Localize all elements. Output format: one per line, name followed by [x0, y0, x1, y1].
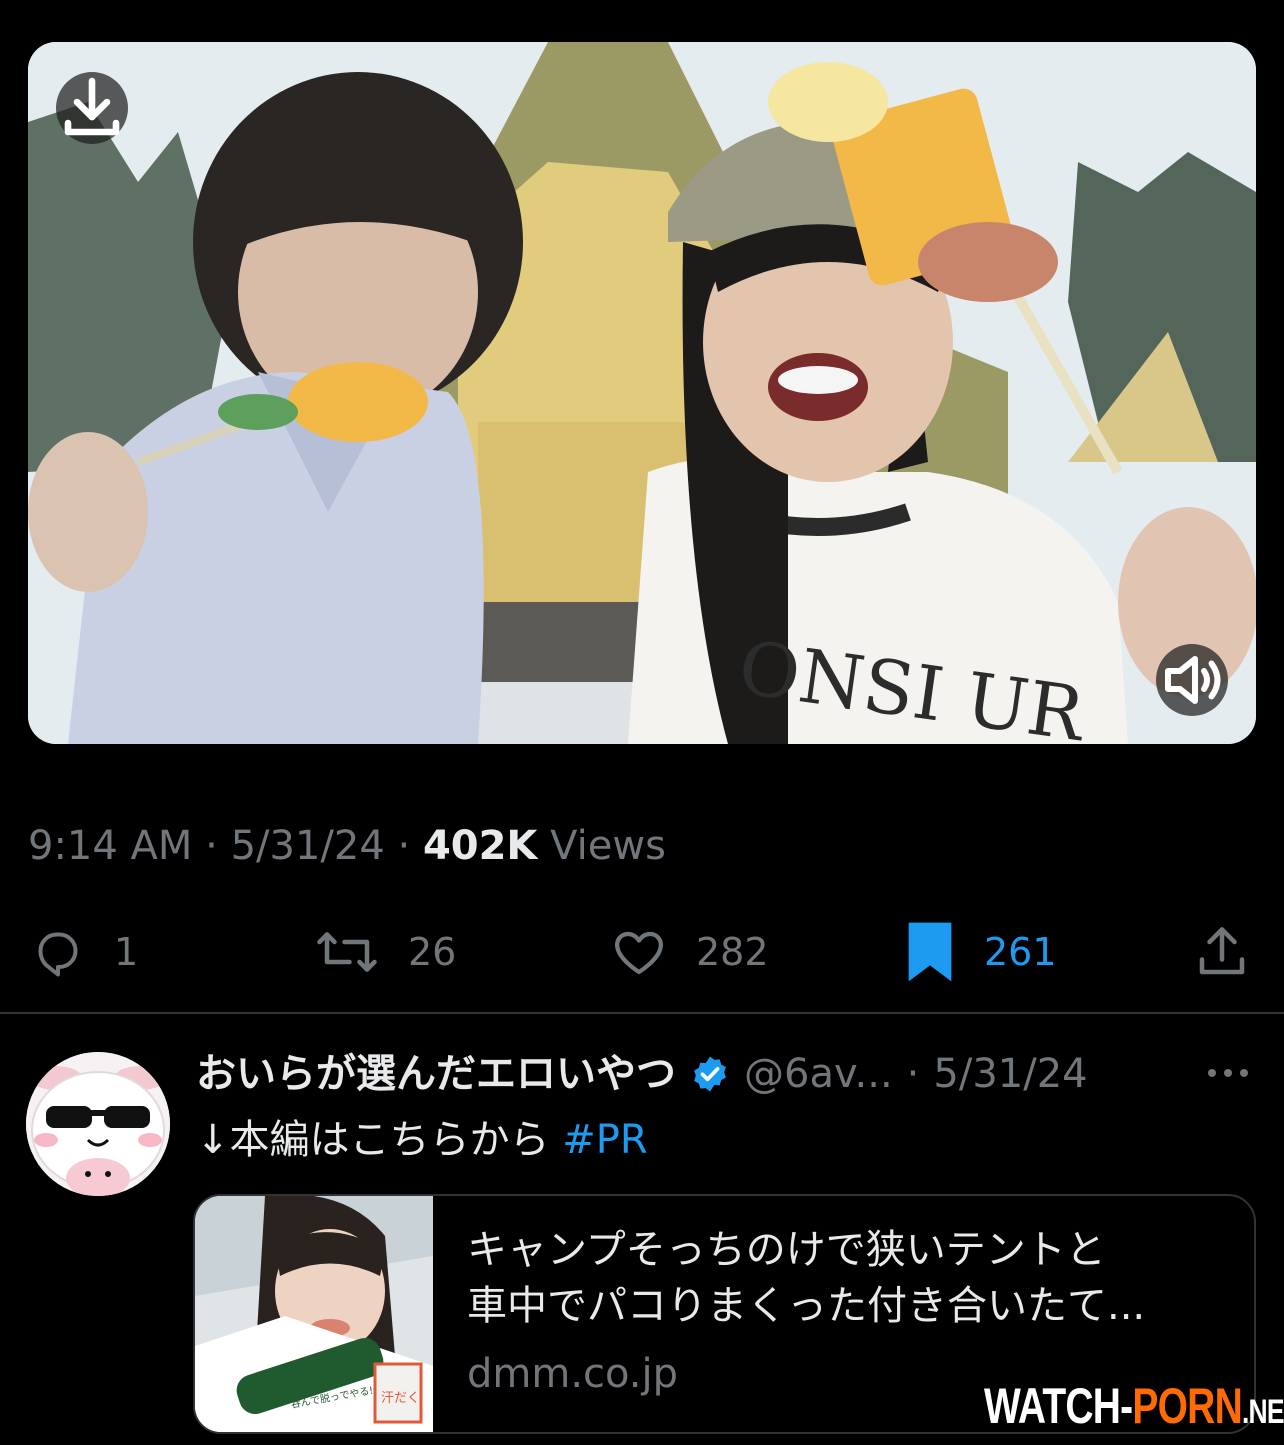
meta-separator: · — [397, 823, 411, 869]
watermark-part: WATCH- — [984, 1378, 1133, 1434]
download-icon — [64, 77, 120, 136]
card-domain: dmm.co.jp — [467, 1351, 679, 1397]
tweet-header: おいらが選んだエロいやつ @6av... · 5/31/24 — [196, 1046, 1088, 1102]
bookmark-count: 261 — [984, 930, 1057, 974]
thumbnail-badge-text: 汗だく — [381, 1391, 420, 1406]
avatar-cat-illustration — [26, 1052, 170, 1196]
tweet-body: ↓本編はこちらから — [196, 1117, 563, 1163]
sound-toggle-button[interactable] — [1156, 644, 1228, 716]
avatar[interactable] — [26, 1052, 170, 1196]
card-title-line: 車中でパコりまくった付き合いたて... — [467, 1283, 1146, 1329]
download-button[interactable] — [56, 72, 128, 144]
card-title: キャンプそっちのけで狭いテントと 車中でパコりまくった付き合いたて... — [467, 1222, 1227, 1334]
header-separator: · — [906, 1051, 920, 1097]
tweet-date[interactable]: 5/31/24 — [933, 1046, 1087, 1102]
bookmark-button[interactable]: 261 — [902, 914, 1057, 990]
meta-separator: · — [205, 823, 218, 869]
card-title-line: キャンプそっちのけで狭いテントと — [467, 1227, 1106, 1273]
speaker-icon — [1165, 656, 1221, 704]
reply-count: 1 — [114, 930, 139, 974]
site-watermark: WATCH-PORN.NET — [984, 1374, 1284, 1438]
section-divider — [0, 1012, 1284, 1014]
views-count[interactable]: 402K — [423, 823, 538, 869]
like-button[interactable]: 282 — [608, 914, 769, 990]
heart-icon — [615, 931, 663, 975]
like-count: 282 — [696, 930, 769, 974]
card-thumbnail-image: 汗だく 呑んで脱っでやる! — [195, 1196, 433, 1432]
hashtag-link[interactable]: #PR — [562, 1117, 647, 1163]
tweet-date: 5/31/24 — [230, 823, 385, 869]
video-frame: ONSI UR — [28, 42, 1256, 744]
tweet-action-bar: 1 26 282 261 — [0, 914, 1284, 990]
watermark-part-accent: PORN — [1132, 1378, 1242, 1434]
display-name[interactable]: おいらが選んだエロいやつ — [196, 1046, 676, 1102]
tweet-detail-page: ONSI UR 9:14 AM · 5/31/24 · 402K Views 1… — [0, 0, 1284, 1445]
tweet-meta: 9:14 AM · 5/31/24 · 402K Views — [28, 818, 666, 874]
bookmark-icon — [908, 922, 952, 982]
more-options-icon[interactable] — [1204, 1064, 1252, 1082]
share-icon — [1199, 927, 1245, 975]
repost-count: 26 — [408, 930, 457, 974]
tweet-time: 9:14 AM — [28, 823, 193, 869]
views-label: Views — [550, 823, 666, 869]
user-handle[interactable]: @6av... — [744, 1046, 893, 1102]
tweet-text: ↓本編はこちらから #PR — [196, 1112, 648, 1168]
watermark-part: .NET — [1241, 1393, 1284, 1431]
share-button[interactable] — [1192, 914, 1252, 990]
repost-button[interactable]: 26 — [312, 914, 456, 990]
tweet-video[interactable]: ONSI UR — [28, 42, 1256, 744]
reply-icon — [38, 932, 78, 977]
reply-button[interactable]: 1 — [28, 914, 138, 990]
card-thumbnail: 汗だく 呑んで脱っでやる! — [195, 1196, 433, 1432]
verified-badge-icon — [694, 1056, 726, 1092]
repost-icon — [317, 932, 377, 972]
